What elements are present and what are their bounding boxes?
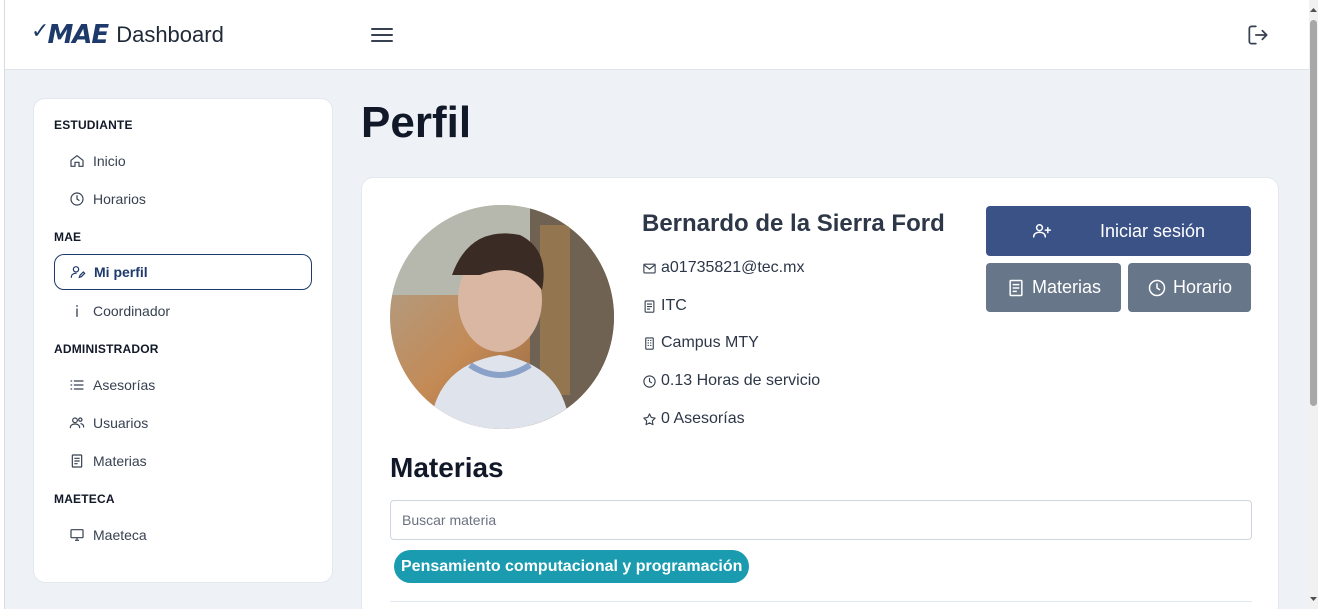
book-icon bbox=[71, 454, 83, 468]
section-title-maeteca: MAETECA bbox=[54, 492, 115, 506]
logo[interactable]: ✓ MAE Dashboard bbox=[31, 17, 224, 53]
sidebar-item-label: Mi perfil bbox=[94, 264, 148, 280]
section-title-mae: MAE bbox=[54, 230, 82, 244]
sidebar: ESTUDIANTE Inicio Horarios MAE Mi perfil… bbox=[33, 98, 333, 583]
avatar bbox=[390, 205, 614, 429]
sidebar-item-label: Inicio bbox=[93, 153, 126, 169]
star-icon bbox=[643, 412, 656, 425]
divider bbox=[390, 601, 1252, 602]
sidebar-item-label: Coordinador bbox=[93, 303, 171, 319]
subjects-button[interactable]: Materias bbox=[986, 263, 1121, 312]
mail-icon bbox=[643, 263, 656, 273]
section-title-administrador: ADMINISTRADOR bbox=[54, 342, 159, 356]
search-input[interactable] bbox=[390, 500, 1252, 540]
profile-career: ITC bbox=[642, 297, 687, 315]
sidebar-item-label: Materias bbox=[93, 453, 147, 469]
info-icon bbox=[76, 305, 78, 317]
sidebar-item-label: Usuarios bbox=[93, 415, 149, 431]
profile-email: a01735821@tec.mx bbox=[642, 259, 804, 277]
scrollbar[interactable] bbox=[1309, 0, 1318, 609]
scroll-down-arrow-icon[interactable] bbox=[1310, 595, 1317, 603]
users-icon bbox=[69, 417, 85, 429]
app-title: Dashboard bbox=[116, 22, 224, 47]
profile-career-text: ITC bbox=[661, 297, 687, 314]
clock-icon bbox=[1148, 279, 1166, 296]
profile-campus-text: Campus MTY bbox=[661, 334, 759, 351]
login-button[interactable]: Iniciar sesión bbox=[986, 206, 1251, 256]
user-plus-icon bbox=[1032, 224, 1052, 238]
profile-service-hours: 0.13 Horas de servicio bbox=[642, 372, 820, 390]
hamburger-menu-icon[interactable] bbox=[369, 24, 395, 46]
profile-card: Bernardo de la Sierra Ford a01735821@tec… bbox=[361, 177, 1279, 609]
login-button-label: Iniciar sesión bbox=[1099, 220, 1206, 241]
subject-tag[interactable]: Pensamiento computacional y programación bbox=[394, 550, 750, 583]
scroll-up-arrow-icon[interactable] bbox=[1310, 6, 1317, 14]
monitor-icon bbox=[70, 529, 84, 541]
sidebar-item-label: Horarios bbox=[93, 191, 146, 207]
section-title-estudiante: ESTUDIANTE bbox=[54, 118, 133, 132]
subjects-button-label: Materias bbox=[1031, 277, 1102, 297]
home-icon bbox=[70, 155, 84, 167]
sidebar-item-usuarios[interactable]: Usuarios bbox=[54, 405, 312, 441]
scroll-thumb[interactable] bbox=[1310, 20, 1317, 406]
user-edit-icon bbox=[70, 266, 86, 279]
building-icon bbox=[645, 336, 654, 350]
logo-check-icon: ✓ bbox=[31, 18, 50, 43]
profile-campus: Campus MTY bbox=[642, 334, 759, 352]
clock-icon bbox=[70, 192, 84, 206]
top-bar: ✓ MAE Dashboard bbox=[5, 0, 1310, 70]
schedule-button[interactable]: Horario bbox=[1128, 263, 1251, 312]
logo-mark: MAE bbox=[47, 20, 109, 50]
clock-icon bbox=[643, 374, 656, 388]
page-title: Perfil bbox=[361, 98, 472, 147]
schedule-button-label: Horario bbox=[1172, 277, 1233, 297]
sidebar-item-maeteca[interactable]: Maeteca bbox=[54, 517, 312, 553]
profile-service-hours-text: 0.13 Horas de servicio bbox=[661, 372, 821, 389]
sidebar-item-coordinador[interactable]: Coordinador bbox=[54, 293, 312, 329]
logout-icon[interactable] bbox=[1245, 22, 1271, 48]
sidebar-item-horarios[interactable]: Horarios bbox=[54, 181, 312, 217]
sidebar-item-asesorias[interactable]: Asesorías bbox=[54, 367, 312, 403]
profile-email-text: a01735821@tec.mx bbox=[661, 259, 805, 276]
app-frame: ✓ MAE Dashboard ESTUDIANTE Inicio Horari… bbox=[4, 0, 1310, 609]
profile-sessions: 0 Asesorías bbox=[642, 410, 745, 428]
sidebar-item-materias[interactable]: Materias bbox=[54, 443, 312, 479]
book-icon bbox=[1009, 279, 1023, 296]
sidebar-item-label: Maeteca bbox=[93, 527, 147, 543]
profile-name: Bernardo de la Sierra Ford bbox=[642, 210, 945, 237]
sidebar-item-label: Asesorías bbox=[93, 377, 156, 393]
profile-sessions-text: 0 Asesorías bbox=[661, 410, 745, 427]
materias-title: Materias bbox=[390, 452, 504, 483]
sidebar-item-mi-perfil[interactable]: Mi perfil bbox=[54, 254, 312, 290]
list-icon bbox=[70, 380, 84, 390]
book-icon bbox=[644, 299, 655, 313]
sidebar-item-inicio[interactable]: Inicio bbox=[54, 143, 312, 179]
